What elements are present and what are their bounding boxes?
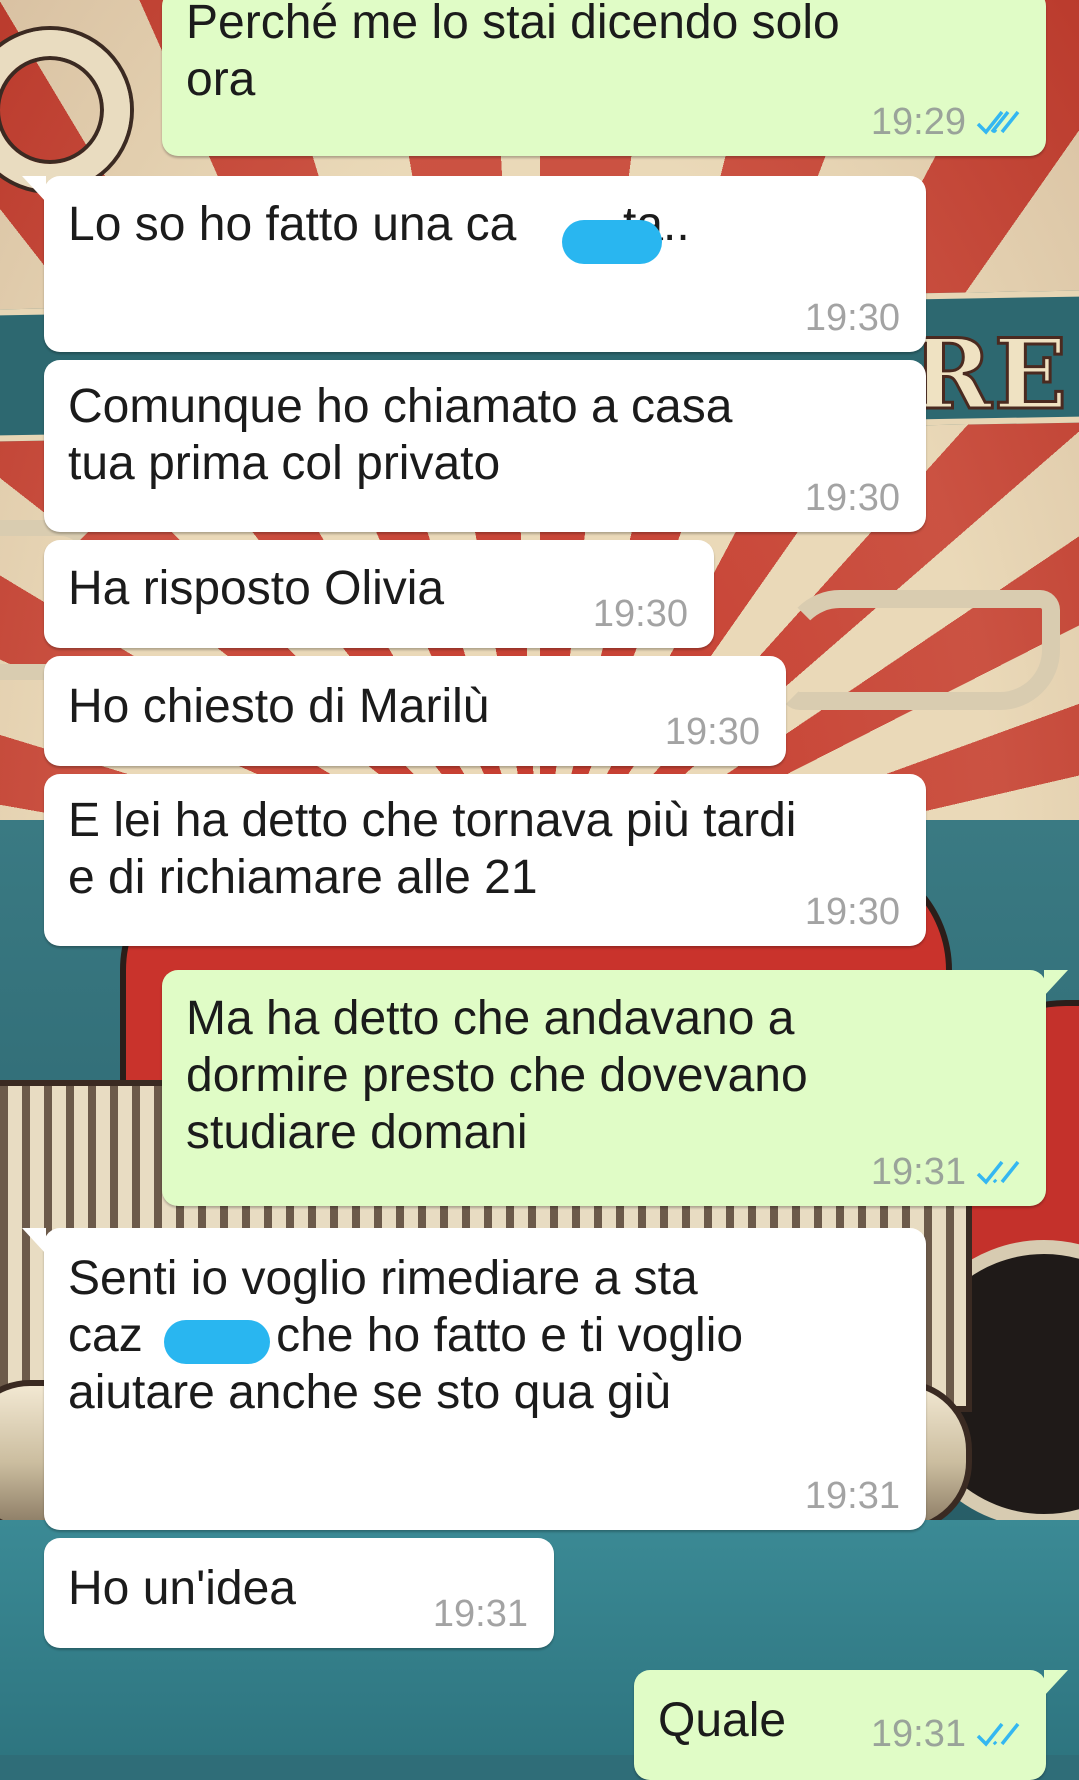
double-check-read-icon <box>976 1160 1020 1185</box>
message-time: 19:30 <box>804 891 900 933</box>
message-text: Ha risposto Olivia <box>68 562 445 615</box>
message-time: 19:31 <box>870 1713 966 1755</box>
message-bubble-incoming[interactable]: Comunque ho chiamato a casa tua prima co… <box>44 360 926 532</box>
message-meta: 19:30 <box>805 298 900 338</box>
message-text-line: studiare domani <box>186 1106 528 1159</box>
bubble-tail <box>22 176 46 202</box>
message-bubble-outgoing[interactable]: Ma ha detto che andavano a dormire prest… <box>162 970 1068 1206</box>
message-bubble-incoming[interactable]: Senti io voglio rimediare a sta caz a ch… <box>22 1228 926 1530</box>
message-bubble-incoming[interactable]: Ha risposto Olivia 19:30 <box>44 540 714 648</box>
message-time: 19:30 <box>592 593 688 635</box>
message-time: 19:31 <box>804 1475 900 1517</box>
redaction-mark <box>562 220 662 264</box>
message-bubble-incoming[interactable]: Ho un'idea 19:31 <box>44 1538 554 1648</box>
message-meta: 19:29 <box>871 102 1020 142</box>
message-text-lines: E lei ha detto che tornava più tardi e d… <box>68 792 796 906</box>
double-check-read-icon <box>976 110 1020 135</box>
message-time: 19:31 <box>432 1593 528 1635</box>
message-text-line: e di richiamare alle 21 <box>68 851 538 904</box>
message-text-line: E lei ha detto che tornava più tardi <box>68 794 797 847</box>
message-time: 19:31 <box>870 1151 966 1193</box>
redaction-mark <box>164 1320 270 1364</box>
message-meta: 19:30 <box>593 594 688 634</box>
message-text: Ho chiesto di Marilù <box>68 680 490 733</box>
message-text-line: dormire presto che dovevano <box>186 1049 808 1102</box>
message-text-lines: Ma ha detto che andavano a dormire prest… <box>186 990 808 1161</box>
message-meta: 19:30 <box>805 892 900 932</box>
message-text-line: Ma ha detto che andavano a <box>186 992 795 1045</box>
message-bubble-outgoing[interactable]: Perché me lo stai dicendo solo ora 19:29 <box>162 0 1046 156</box>
message-time: 19:30 <box>664 711 760 753</box>
bubble-tail <box>1044 1670 1068 1696</box>
message-meta: 19:31 <box>871 1152 1020 1192</box>
message-meta: 19:30 <box>805 478 900 518</box>
message-text-line: Perché me lo stai dicendo solo <box>186 0 840 49</box>
message-bubble-incoming[interactable]: Lo so ho fatto una ca ta.. 19:30 <box>22 176 926 352</box>
message-text-lines: Perché me lo stai dicendo solo ora <box>186 0 1006 108</box>
message-text-lines: Comunque ho chiamato a casa tua prima co… <box>68 378 732 492</box>
message-bubble-incoming[interactable]: E lei ha detto che tornava più tardi e d… <box>44 774 926 946</box>
bubble-tail <box>22 1228 46 1254</box>
message-meta: 19:31 <box>433 1594 528 1634</box>
message-meta: 19:31 <box>805 1476 900 1516</box>
message-text: Quale <box>658 1694 787 1747</box>
message-text-line: Senti io voglio rimediare a sta <box>68 1252 698 1305</box>
message-time: 19:30 <box>804 297 900 339</box>
message-text-line: aiutare anche se sto qua giù <box>68 1366 672 1419</box>
message-list[interactable]: Perché me lo stai dicendo solo ora 19:29… <box>0 0 1079 1780</box>
message-text-line: Comunque ho chiamato a casa <box>68 380 733 433</box>
message-bubble-outgoing[interactable]: Quale 19:31 <box>634 1670 1068 1780</box>
bubble-tail <box>1044 970 1068 996</box>
double-check-read-icon <box>976 1722 1020 1747</box>
message-meta: 19:30 <box>665 712 760 752</box>
message-text-line: tua prima col privato <box>68 437 501 490</box>
message-text-line: ora <box>186 53 256 106</box>
message-time: 19:29 <box>870 101 966 143</box>
message-text: Ho un'idea <box>68 1562 296 1615</box>
message-meta: 19:31 <box>871 1714 1020 1754</box>
message-time: 19:30 <box>804 477 900 519</box>
message-bubble-incoming[interactable]: Ho chiesto di Marilù 19:30 <box>44 656 786 766</box>
